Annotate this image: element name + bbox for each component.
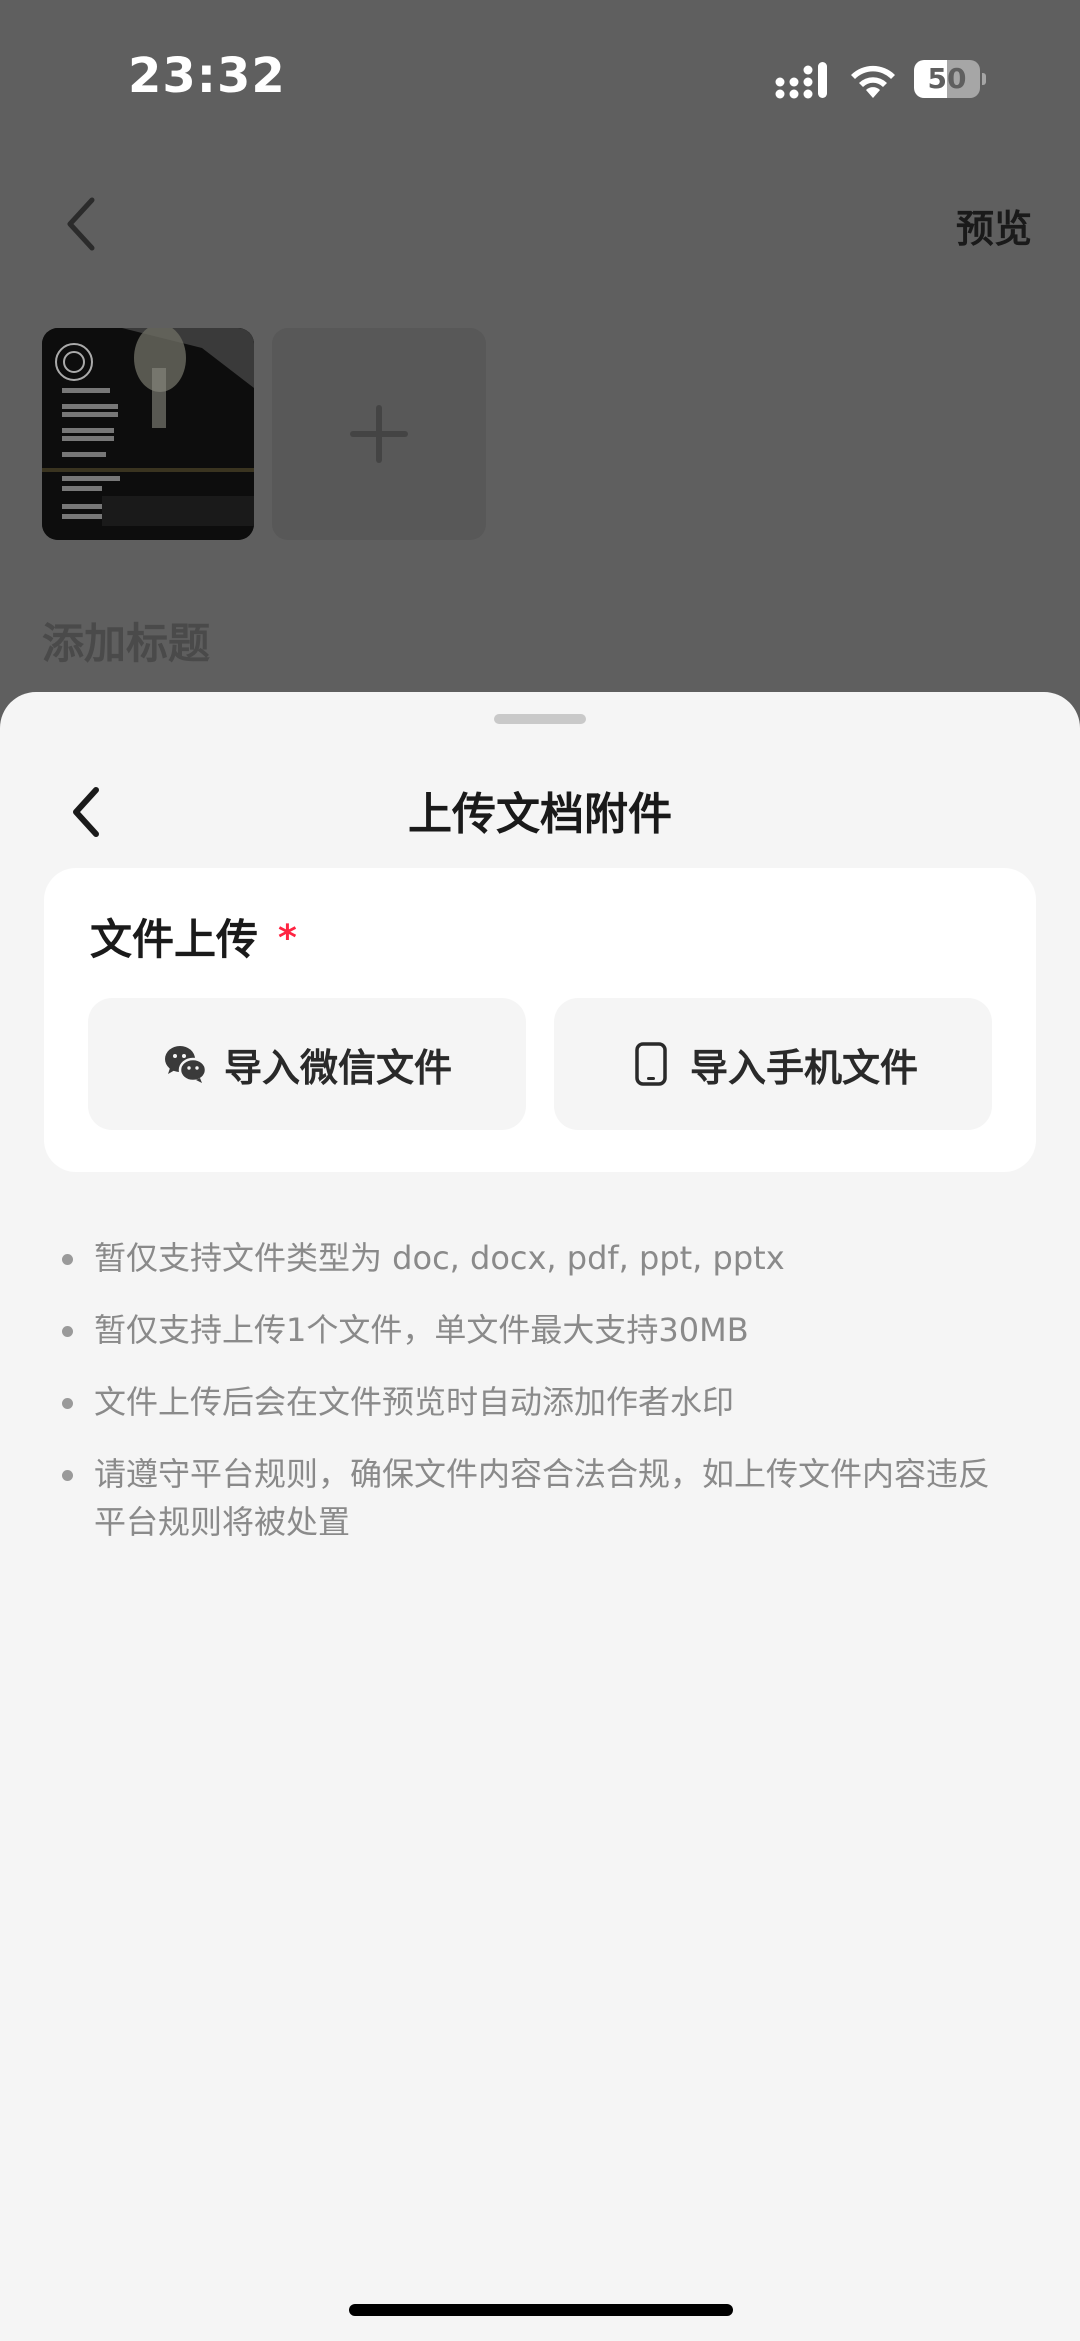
list-item: 请遵守平台规则，确保文件内容合法合规，如上传文件内容违反平台规则将被处置 — [60, 1450, 1020, 1546]
preview-button[interactable]: 预览 — [956, 198, 1032, 253]
sheet-drag-handle[interactable] — [494, 714, 586, 724]
list-item: 暂仅支持上传1个文件，单文件最大支持30MB — [60, 1306, 1020, 1354]
add-image-button[interactable] — [272, 328, 486, 540]
status-time: 23:32 — [128, 48, 286, 104]
title-input-placeholder[interactable]: 添加标题 — [42, 610, 210, 671]
sheet-title: 上传文档附件 — [408, 789, 672, 840]
cellular-signal-icon — [775, 62, 827, 99]
import-wechat-file-label: 导入微信文件 — [223, 1045, 452, 1090]
wechat-icon — [164, 1046, 208, 1083]
home-indicator[interactable] — [349, 2304, 733, 2316]
battery-percentage: 50 — [927, 62, 967, 95]
file-upload-label: 文件上传 — [90, 915, 259, 964]
required-indicator: * — [278, 918, 297, 959]
status-bar: 23:32 50 — [0, 0, 1080, 150]
battery-icon: 50 — [914, 60, 986, 98]
import-phone-file-label: 导入手机文件 — [689, 1045, 918, 1090]
selected-image-thumbnail[interactable] — [42, 328, 254, 540]
list-item: 暂仅支持文件类型为 doc, docx, pdf, ppt, pptx — [60, 1234, 1020, 1282]
phone-icon — [635, 1042, 667, 1086]
upload-notes-list: 暂仅支持文件类型为 doc, docx, pdf, ppt, pptx 暂仅支持… — [60, 1234, 1020, 1570]
wifi-icon — [851, 65, 895, 98]
upload-card: 文件上传 * 导入微信文件 导入手机文件 — [44, 868, 1036, 1172]
import-wechat-file-button[interactable]: 导入微信文件 — [88, 998, 526, 1130]
upload-document-sheet: 上传文档附件 文件上传 * 导入微信文件 导入手机文件 暂仅支持文件类型为 do… — [0, 692, 1080, 2341]
back-chevron-icon[interactable] — [60, 196, 104, 252]
list-item: 文件上传后会在文件预览时自动添加作者水印 — [60, 1378, 1020, 1426]
import-phone-file-button[interactable]: 导入手机文件 — [554, 998, 992, 1130]
